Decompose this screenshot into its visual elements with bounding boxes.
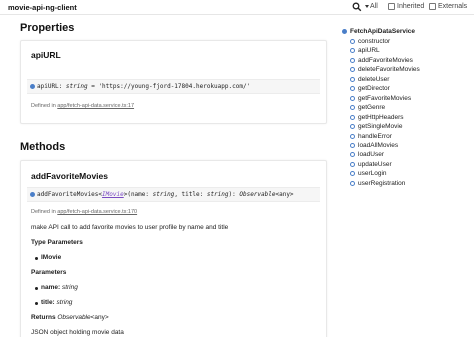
nav-item-deleteuser[interactable]: deleteUser: [350, 76, 389, 83]
nav-item-handleerror[interactable]: handleError: [350, 133, 392, 140]
nav-item-constructor[interactable]: constructor: [350, 38, 390, 45]
property-source-link[interactable]: app/fetch-api-data.service.ts:17: [57, 103, 134, 109]
param-name: name: string: [41, 284, 78, 291]
project-title[interactable]: movie-api-ng-client: [8, 3, 77, 12]
method-icon: [30, 191, 35, 197]
externals-label: Externals: [438, 3, 468, 10]
nav-item-userlogin[interactable]: userLogin: [350, 170, 387, 177]
top-toolbar: movie-api-ng-client All Inherited Extern…: [0, 0, 474, 15]
properties-heading: Properties: [20, 22, 75, 34]
type-param-imovie: IMovie: [41, 254, 62, 261]
member-icon: [350, 67, 355, 73]
method-signature: addFavoriteMovies<IMovie>(name: string, …: [27, 187, 320, 202]
filter-externals[interactable]: Externals: [429, 3, 467, 10]
methods-heading: Methods: [20, 141, 66, 153]
method-card-addfavoritemovies: addFavoriteMovies addFavoriteMovies<IMov…: [20, 160, 327, 337]
member-icon: [350, 133, 355, 139]
member-icon: [350, 86, 355, 92]
nav-item-label: handleError: [358, 132, 392, 140]
bullet: [35, 302, 38, 305]
nav-item-label: constructor: [358, 38, 391, 45]
nav-item-label: getHttpHeaders: [358, 113, 404, 121]
constructor-icon: [350, 39, 355, 44]
member-icon: [350, 95, 355, 101]
nav-item-userregistration[interactable]: userRegistration: [350, 180, 405, 187]
property-name: apiURL: [31, 50, 61, 60]
nav-item-updateuser[interactable]: updateUser: [350, 161, 392, 168]
nav-item-label: updateUser: [358, 160, 392, 168]
nav-class-link[interactable]: FetchApiDataService: [342, 28, 415, 35]
nav-item-loadallmovies[interactable]: loadAllMovies: [350, 142, 398, 149]
nav-item-getfavoritemovies[interactable]: getFavoriteMovies: [350, 95, 411, 102]
nav-item-getdirector[interactable]: getDirector: [350, 85, 390, 92]
method-defined-in: Defined in app/fetch-api-data.service.ts…: [31, 209, 138, 215]
class-icon: [342, 29, 347, 34]
nav-item-addfavoritemovies[interactable]: addFavoriteMovies: [350, 57, 413, 64]
property-defined-in: Defined in app/fetch-api-data.service.ts…: [31, 103, 135, 109]
filter-all[interactable]: All: [370, 3, 378, 10]
bullet: [35, 257, 38, 260]
inherited-checkbox[interactable]: [388, 3, 395, 10]
nav-item-label: apiURL: [358, 47, 380, 55]
method-source-link[interactable]: app/fetch-api-data.service.ts:170: [57, 209, 137, 215]
returns-line: Returns Observable<any>: [31, 314, 109, 321]
nav-item-label: getFavoriteMovies: [358, 94, 412, 102]
nav-item-label: getDirector: [358, 85, 390, 93]
nav-item-label: getGenre: [358, 104, 386, 112]
member-icon: [350, 57, 355, 63]
method-name: addFavoriteMovies: [31, 171, 108, 181]
member-icon: [350, 142, 355, 148]
parameters-heading: Parameters: [31, 269, 67, 276]
imovie-type-link[interactable]: IMovie: [102, 191, 124, 198]
member-icon: [350, 114, 355, 120]
method-description: make API call to add favorite movies to …: [31, 224, 229, 231]
member-icon: [350, 48, 355, 54]
nav-item-deletefavoritemovies[interactable]: deleteFavoriteMovies: [350, 66, 420, 73]
nav-item-getgenre[interactable]: getGenre: [350, 104, 385, 111]
nav-item-loaduser[interactable]: loadUser: [350, 151, 384, 158]
member-icon: [350, 76, 355, 82]
member-icon: [350, 105, 355, 111]
param-title: title: string: [41, 299, 73, 306]
bullet: [35, 287, 38, 290]
externals-checkbox[interactable]: [429, 3, 436, 10]
property-icon: [30, 83, 35, 89]
search-icon[interactable]: [352, 2, 362, 12]
property-card-apiurl: apiURL apiURL: string = 'https://young-f…: [20, 40, 327, 124]
member-icon: [350, 161, 355, 167]
nav-item-label: deleteUser: [358, 75, 390, 83]
inherited-label: Inherited: [397, 3, 425, 10]
nav-item-label: getSingleMovie: [358, 123, 403, 131]
returns-description: JSON object holding movie data: [31, 329, 124, 336]
nav-item-label: addFavoriteMovies: [358, 56, 413, 64]
nav-item-label: deleteFavoriteMovies: [358, 66, 420, 74]
member-icon: [350, 152, 355, 158]
filter-inherited[interactable]: Inherited: [388, 3, 424, 10]
nav-item-getsinglemovie[interactable]: getSingleMovie: [350, 123, 402, 130]
member-icon: [350, 124, 355, 130]
member-icon: [350, 180, 355, 186]
visibility-dropdown-caret[interactable]: [365, 5, 369, 8]
nav-item-gethttpheaders[interactable]: getHttpHeaders: [350, 114, 404, 121]
member-icon: [350, 171, 355, 177]
property-signature: apiURL: string = 'https://young-fjord-17…: [27, 79, 320, 94]
nav-item-label: userRegistration: [358, 179, 406, 187]
nav-item-apiurl[interactable]: apiURL: [350, 47, 380, 54]
nav-class-title: FetchApiDataService: [350, 28, 416, 35]
nav-item-label: loadAllMovies: [358, 141, 399, 149]
nav-item-label: userLogin: [358, 170, 387, 178]
type-parameters-heading: Type Parameters: [31, 239, 83, 246]
nav-item-label: loadUser: [358, 151, 385, 159]
